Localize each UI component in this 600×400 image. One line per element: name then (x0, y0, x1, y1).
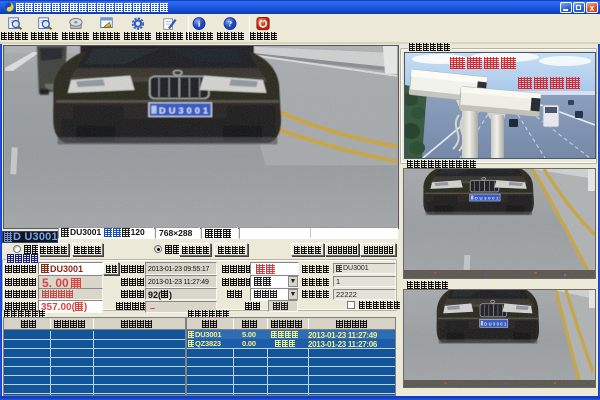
svg-text:?: ? (228, 19, 232, 29)
